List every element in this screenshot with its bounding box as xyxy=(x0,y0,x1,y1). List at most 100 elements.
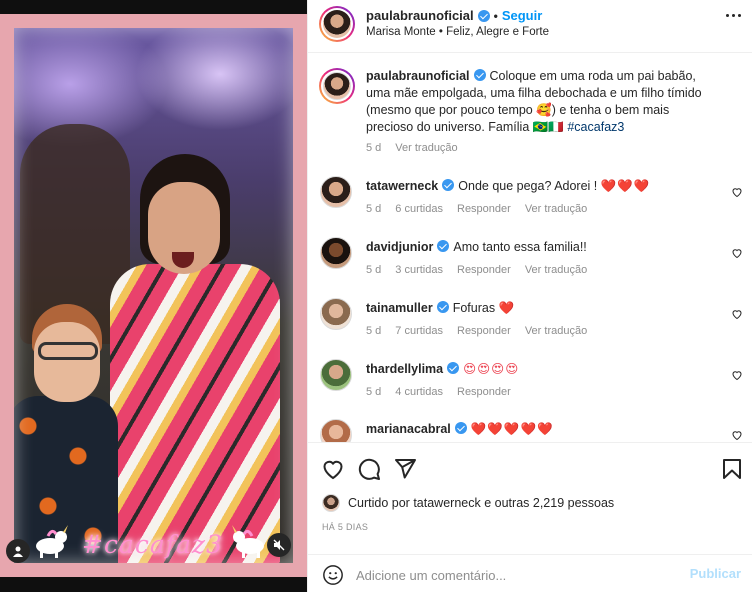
verified-icon xyxy=(436,301,449,313)
audio-separator: • xyxy=(438,26,443,38)
header-user-row: paulabraunoficial • Seguir xyxy=(366,8,542,23)
verified-icon xyxy=(454,422,467,434)
comment-time[interactable]: 5 d xyxy=(366,325,381,337)
audio-artist[interactable]: Marisa Monte xyxy=(366,26,436,38)
reply-button[interactable]: Responder xyxy=(457,264,511,276)
comment-meta: 5 d 7 curtidas Responder Ver tradução xyxy=(366,325,587,337)
hashtag-sticker: #cacafaz3 xyxy=(82,530,223,559)
heart-outline-icon[interactable] xyxy=(731,247,743,259)
reply-button[interactable]: Responder xyxy=(457,386,511,398)
mute-button[interactable] xyxy=(267,533,291,557)
comment-likes[interactable]: 6 curtidas xyxy=(395,203,443,215)
comment-text: Amo tanto essa familia!! xyxy=(453,240,587,254)
comment-emojis: ❤️ xyxy=(498,301,516,315)
post-timestamp[interactable]: HÁ 5 DIAS xyxy=(322,522,368,532)
verified-icon xyxy=(477,9,490,22)
likes-prefix: Curtido por xyxy=(348,496,410,510)
translate-button[interactable]: Ver tradução xyxy=(525,325,587,337)
audio-song[interactable]: Feliz, Alegre e Forte xyxy=(446,26,549,38)
commenter-username[interactable]: tatawerneck xyxy=(366,179,438,193)
verified-icon xyxy=(442,179,455,191)
heart-outline-icon[interactable] xyxy=(731,186,743,198)
author-avatar[interactable] xyxy=(319,6,355,42)
heart-outline-icon[interactable] xyxy=(731,369,743,381)
comment-text: Fofuras xyxy=(452,301,496,315)
liker-username[interactable]: tatawerneck xyxy=(413,496,480,510)
commenter-avatar[interactable] xyxy=(320,237,352,269)
likes-others[interactable]: outras 2,219 pessoas xyxy=(495,496,615,510)
caption-time[interactable]: 5 d xyxy=(366,142,381,154)
commenter-avatar[interactable] xyxy=(320,176,352,208)
caption-avatar[interactable] xyxy=(319,68,355,104)
comment-likes[interactable]: 7 curtidas xyxy=(395,325,443,337)
comment-body: tainamuller Fofuras ❤️ xyxy=(366,300,716,317)
verified-icon xyxy=(447,362,460,374)
post-comment-button[interactable]: Publicar xyxy=(690,566,741,581)
unicorn-icon xyxy=(36,525,68,558)
likes-middle: e xyxy=(484,496,492,510)
commenter-avatar[interactable] xyxy=(320,359,352,391)
heart-icon[interactable] xyxy=(321,457,345,481)
verified-icon xyxy=(473,69,486,81)
add-comment-bar: Publicar xyxy=(308,554,752,592)
caption-body: paulabraunoficial Coloque em uma roda um … xyxy=(366,68,716,136)
likes-summary[interactable]: Curtido por tatawerneck e outras 2,219 p… xyxy=(322,494,614,512)
comment-body: davidjunior Amo tanto essa familia!! xyxy=(366,239,716,256)
bookmark-icon[interactable] xyxy=(720,457,744,481)
commenter-avatar[interactable] xyxy=(320,298,352,330)
comment-meta: 5 d 6 curtidas Responder Ver tradução xyxy=(366,203,587,215)
speaker-muted-icon xyxy=(273,539,285,551)
audio-info[interactable]: Marisa Monte • Feliz, Alegre e Forte xyxy=(366,26,549,38)
comment-body: tatawerneck Onde que pega? Adorei ! ❤️❤️❤… xyxy=(366,178,716,195)
comment-likes[interactable]: 4 curtidas xyxy=(395,386,443,398)
comment-time[interactable]: 5 d xyxy=(366,386,381,398)
caption-username[interactable]: paulabraunoficial xyxy=(366,69,470,83)
comment-emojis: ❤️❤️❤️ xyxy=(600,179,651,193)
comment-meta: 5 d 4 curtidas Responder xyxy=(366,386,511,398)
comment-text: Onde que pega? Adorei ! xyxy=(458,179,598,193)
caption-meta: 5 d Ver tradução xyxy=(366,142,458,154)
comment-emojis: ❤️❤️❤️❤️❤️ xyxy=(470,422,554,436)
comments-list[interactable]: paulabraunoficial Coloque em uma roda um … xyxy=(308,54,752,442)
reply-button[interactable]: Responder xyxy=(457,203,511,215)
user-icon xyxy=(13,546,23,557)
post-header: paulabraunoficial • Seguir Marisa Monte … xyxy=(308,0,752,53)
commenter-username[interactable]: tainamuller xyxy=(366,301,433,315)
commenter-avatar[interactable] xyxy=(320,419,352,442)
comment-time[interactable]: 5 d xyxy=(366,203,381,215)
comment-meta: 5 d 3 curtidas Responder Ver tradução xyxy=(366,264,587,276)
emoji-icon[interactable] xyxy=(322,564,344,586)
comment-body: thardellylima 😍😍😍😍 xyxy=(366,361,716,378)
commenter-username[interactable]: marianacabral xyxy=(366,422,451,436)
more-options-icon[interactable] xyxy=(726,14,741,17)
caption-translate[interactable]: Ver tradução xyxy=(395,142,457,154)
commenter-username[interactable]: davidjunior xyxy=(366,240,433,254)
heart-outline-icon[interactable] xyxy=(731,308,743,320)
heart-outline-icon[interactable] xyxy=(731,429,743,441)
post-details-panel: paulabraunoficial • Seguir Marisa Monte … xyxy=(307,0,752,592)
separator-dot: • xyxy=(493,8,498,23)
video-player[interactable]: #cacafaz3 xyxy=(0,14,307,577)
comment-body: marianacabral ❤️❤️❤️❤️❤️ xyxy=(366,421,716,438)
liker-avatar[interactable] xyxy=(322,494,340,512)
translate-button[interactable]: Ver tradução xyxy=(525,203,587,215)
reply-button[interactable]: Responder xyxy=(457,325,511,337)
comment-input[interactable] xyxy=(356,564,676,586)
caption-hashtag[interactable]: #cacafaz3 xyxy=(567,120,624,134)
unicorn-icon xyxy=(232,525,264,558)
tagged-users-button[interactable] xyxy=(6,539,30,563)
post-actions-bar xyxy=(308,442,752,492)
likes-text: Curtido por tatawerneck e outras 2,219 p… xyxy=(348,496,614,510)
commenter-username[interactable]: thardellylima xyxy=(366,362,443,376)
follow-button[interactable]: Seguir xyxy=(502,8,542,23)
translate-button[interactable]: Ver tradução xyxy=(525,264,587,276)
woman-in-video xyxy=(110,154,280,577)
comment-likes[interactable]: 3 curtidas xyxy=(395,264,443,276)
comment-emojis: 😍😍😍😍 xyxy=(463,362,520,376)
comment-icon[interactable] xyxy=(357,457,381,481)
post-media[interactable]: #cacafaz3 xyxy=(0,0,307,592)
share-icon[interactable] xyxy=(393,457,417,481)
verified-icon xyxy=(437,240,450,252)
comment-time[interactable]: 5 d xyxy=(366,264,381,276)
author-username[interactable]: paulabraunoficial xyxy=(366,8,474,23)
